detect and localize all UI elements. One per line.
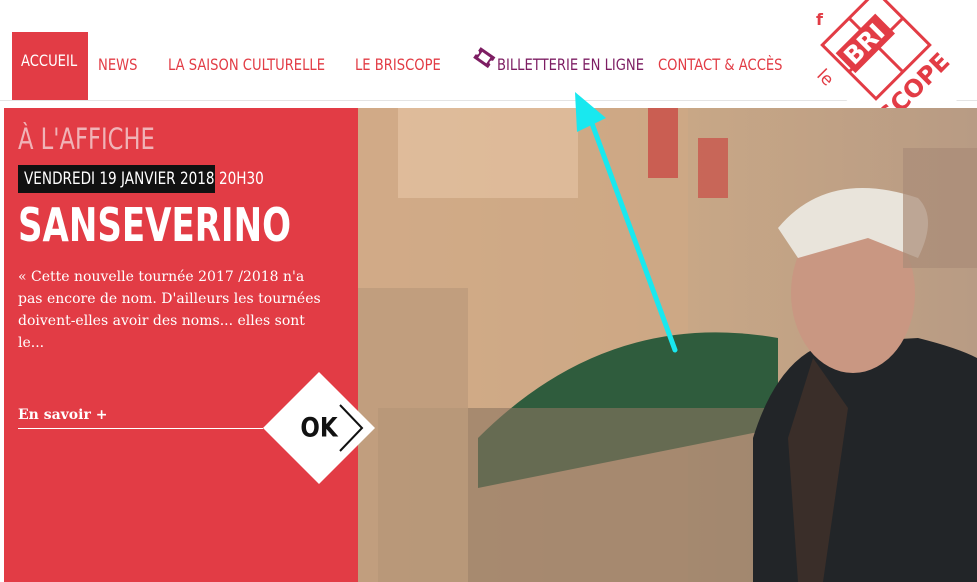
nav-item-news[interactable]: NEWS bbox=[98, 40, 137, 98]
kicker-a-l-affiche: À L'AFFICHE bbox=[18, 122, 155, 156]
excerpt-line: « Cette nouvelle tournée 2017 /2018 n'a bbox=[18, 269, 305, 285]
nav-item-le-briscope[interactable]: LE BRISCOPE bbox=[355, 40, 441, 98]
event-title[interactable]: SANSEVERINO bbox=[18, 198, 291, 252]
ticket-icon[interactable] bbox=[471, 44, 497, 72]
ok-button-label[interactable]: OK bbox=[300, 413, 337, 444]
nav-item-saison-culturelle[interactable]: LA SAISON CULTURELLE bbox=[168, 40, 325, 98]
excerpt-line: le... bbox=[18, 335, 45, 351]
read-more-underline bbox=[18, 428, 263, 429]
read-more-link[interactable]: En savoir + bbox=[18, 407, 107, 423]
event-time: 20H30 bbox=[219, 169, 264, 189]
excerpt-line: pas encore de nom. D'ailleurs les tourné… bbox=[18, 291, 321, 307]
nav-item-label: ACCUEIL bbox=[21, 51, 78, 70]
nav-item-accueil[interactable]: ACCUEIL bbox=[12, 32, 88, 100]
facebook-icon[interactable]: f bbox=[816, 10, 830, 30]
event-excerpt: « Cette nouvelle tournée 2017 /2018 n'a … bbox=[18, 266, 343, 354]
excerpt-line: doivent-elles avoir des noms... elles so… bbox=[18, 313, 305, 329]
event-date: VENDREDI 19 JANVIER 2018 bbox=[24, 169, 215, 189]
annotation-arrow bbox=[575, 92, 678, 353]
event-date-badge: VENDREDI 19 JANVIER 2018 bbox=[18, 165, 215, 193]
